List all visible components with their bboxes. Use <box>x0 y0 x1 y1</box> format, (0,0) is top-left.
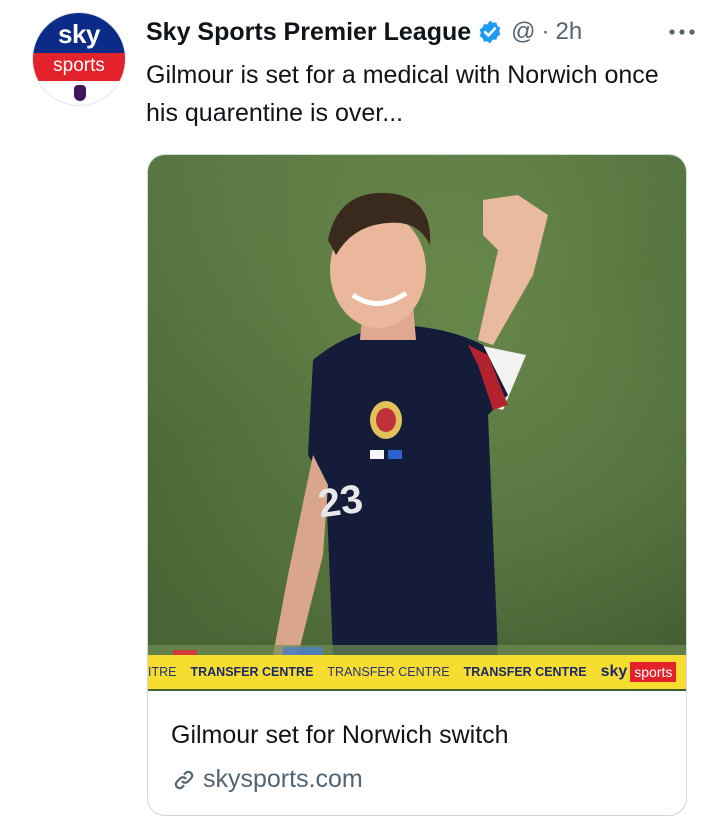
avatar[interactable]: sky sports <box>32 12 126 106</box>
premier-league-lion-icon <box>74 85 86 101</box>
avatar-logo-sky: sky <box>33 13 125 53</box>
ticker-item: ITRE <box>148 665 177 679</box>
author-name[interactable]: Sky Sports Premier League <box>146 18 471 47</box>
ticker-brand-sports: sports <box>630 662 677 682</box>
author-handle[interactable]: @ <box>511 18 535 46</box>
ticker-item: TRANSFER CENTRE <box>327 665 450 679</box>
ticker-brand-sky: sky <box>600 663 628 680</box>
separator-dot: · <box>541 18 550 45</box>
ticker-item: TRANSFER CENTRE <box>463 665 587 679</box>
tweet-timestamp[interactable]: 2h <box>556 18 583 46</box>
card-domain[interactable]: skysports.com <box>171 765 363 794</box>
card-domain-text: skysports.com <box>203 765 363 793</box>
verified-badge-icon <box>479 20 501 44</box>
card-title[interactable]: Gilmour set for Norwich switch <box>171 721 509 750</box>
shirt-number: 23 <box>315 477 365 527</box>
tweet-header: Sky Sports Premier League @ · 2h <box>146 14 700 50</box>
link-card[interactable]: 23 ITRE TRANSFER CENTRE TRANSFER CENTRE … <box>147 154 687 816</box>
player-photo: 23 <box>148 155 686 691</box>
ticker-item: TRANSFER CENTRE <box>190 665 314 679</box>
link-icon <box>174 770 194 789</box>
transfer-centre-ticker: ITRE TRANSFER CENTRE TRANSFER CENTRE TRA… <box>148 655 686 689</box>
tweet-text: Gilmour is set for a medical with Norwic… <box>146 61 659 127</box>
more-options-icon[interactable] <box>664 18 700 46</box>
avatar-logo-sports: sports <box>33 53 125 81</box>
card-image[interactable]: 23 ITRE TRANSFER CENTRE TRANSFER CENTRE … <box>148 155 686 691</box>
